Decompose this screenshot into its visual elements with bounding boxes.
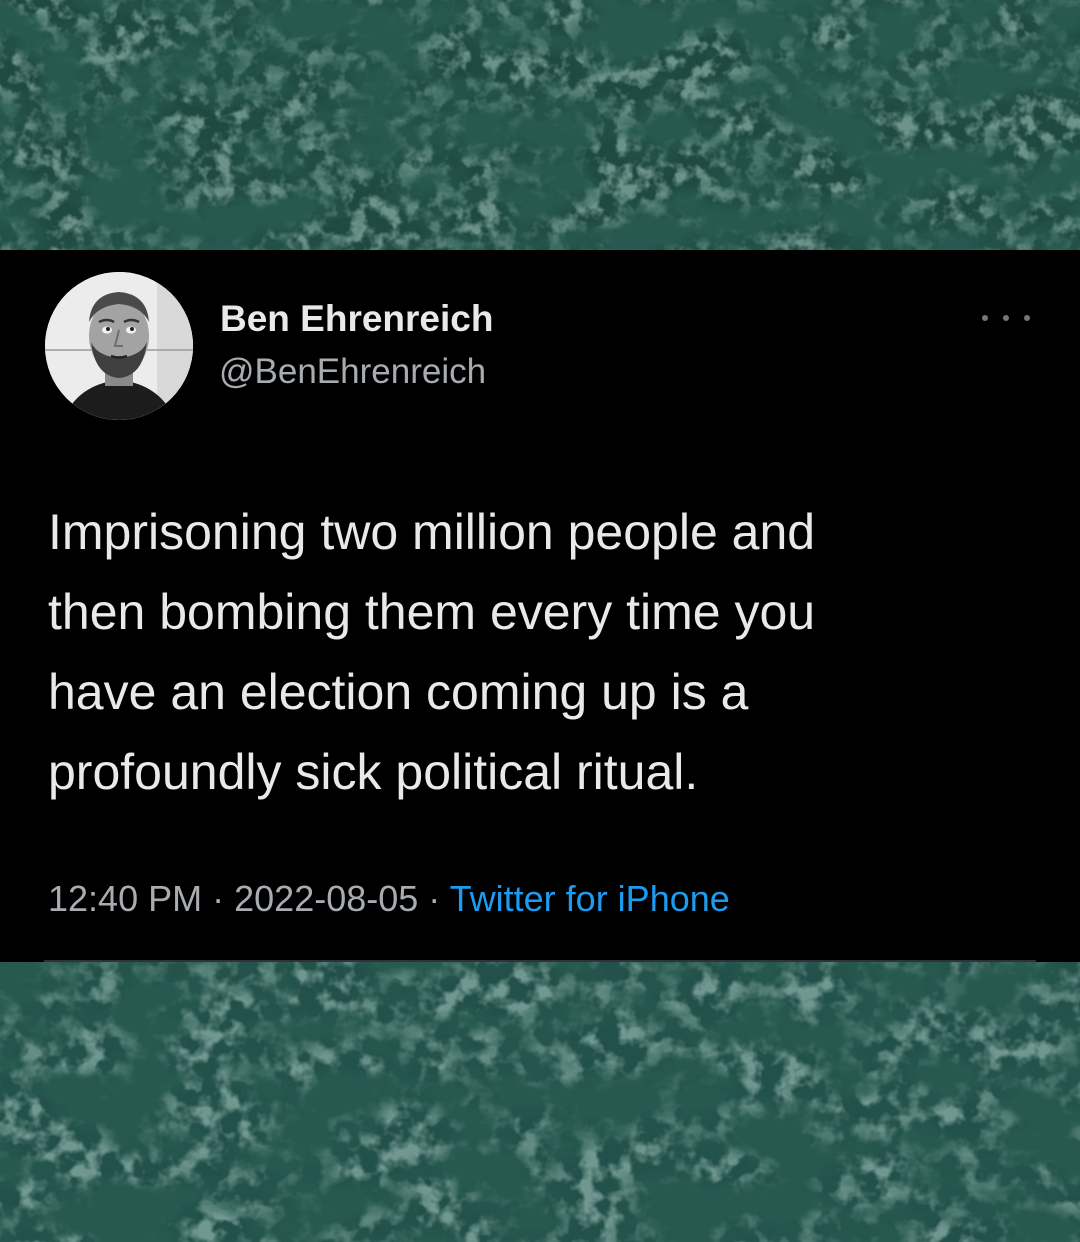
tweet-text-line: profoundly sick political ritual.: [48, 744, 699, 800]
tweet-time[interactable]: 12:40 PM: [48, 878, 202, 919]
tweet-metadata: 12:40 PM · 2022-08-05 · Twitter for iPho…: [48, 878, 730, 920]
tweet-text: Imprisoning two million people and then …: [48, 492, 1038, 812]
background-texture-bottom: [0, 962, 1080, 1242]
tweet-date[interactable]: 2022-08-05: [234, 878, 418, 919]
divider: [44, 960, 1036, 962]
author-display-name[interactable]: Ben Ehrenreich: [220, 298, 493, 340]
tweet-text-line: Imprisoning two million people and: [48, 504, 816, 560]
avatar[interactable]: [45, 272, 193, 420]
meta-separator: ·: [212, 878, 225, 919]
more-horizontal-icon-dot-3: [1024, 315, 1030, 321]
tweet-source-link[interactable]: Twitter for iPhone: [450, 878, 730, 919]
screenshot-page: Ben Ehrenreich @BenEhrenreich Imprisonin…: [0, 0, 1080, 1242]
background-texture-top: [0, 0, 1080, 250]
tweet-text-line: have an election coming up is a: [48, 664, 749, 720]
more-horizontal-icon-dot-2: [1003, 315, 1009, 321]
more-options-button[interactable]: [982, 306, 1030, 330]
more-horizontal-icon: [982, 315, 988, 321]
avatar-portrait-image: [45, 272, 193, 420]
meta-separator: ·: [428, 878, 441, 919]
author-handle[interactable]: @BenEhrenreich: [219, 352, 486, 392]
tweet-card: Ben Ehrenreich @BenEhrenreich Imprisonin…: [0, 250, 1080, 962]
tweet-text-line: then bombing them every time you: [48, 584, 816, 640]
